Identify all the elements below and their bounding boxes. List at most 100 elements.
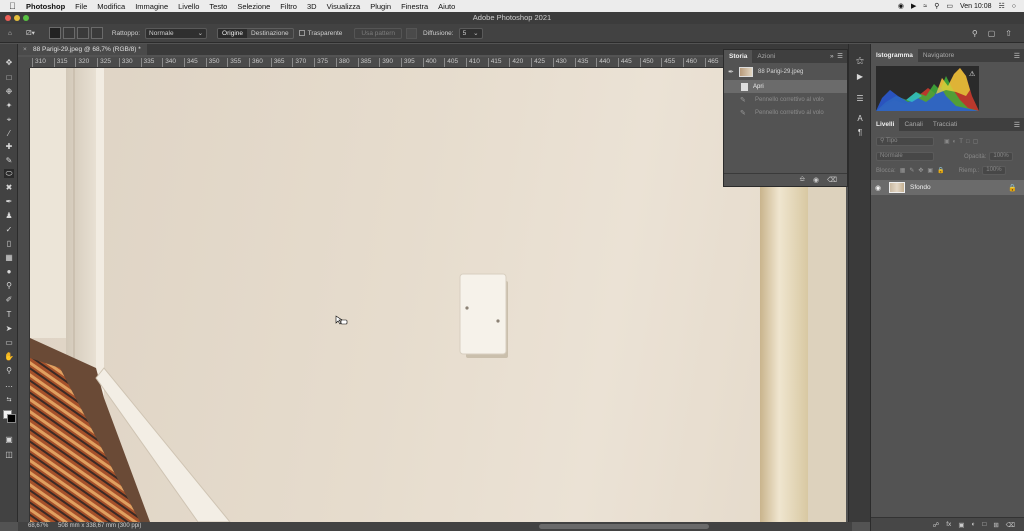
share-icon[interactable]: ⇧ [1005, 29, 1012, 38]
tab-istogramma[interactable]: Istogramma [871, 49, 918, 62]
subtract-selection-icon[interactable] [76, 27, 89, 39]
clone-stamp-tool-icon[interactable]: ♟ [4, 211, 14, 220]
history-panel-icon[interactable]: ⚝ [855, 56, 865, 66]
layer-mask-icon[interactable]: ▣ [958, 521, 964, 529]
battery-icon[interactable]: ▭ [946, 2, 953, 10]
gradient-tool-icon[interactable]: ▦ [4, 253, 14, 262]
close-window-button[interactable] [5, 15, 11, 21]
character-panel-icon[interactable]: A [855, 114, 865, 124]
menu-3d[interactable]: 3D [307, 2, 317, 11]
new-group-icon[interactable]: □ [982, 521, 986, 528]
magic-wand-tool-icon[interactable]: ✦ [4, 101, 14, 110]
trasparente-option[interactable]: Trasparente [298, 30, 342, 37]
record-icon[interactable]: ◉ [898, 2, 904, 10]
history-snapshot[interactable]: ✒ 88 Parigi-29.jpeg [724, 63, 847, 80]
siri-icon[interactable]: ○ [1012, 3, 1016, 10]
lock-icons[interactable]: ▦✎✥▣🔒 [900, 167, 949, 174]
history-brush-tool-icon[interactable]: ✓ [4, 225, 14, 234]
tab-livelli[interactable]: Livelli [871, 118, 900, 131]
workspace-icon[interactable]: ▢ [988, 29, 996, 38]
eraser-tool-icon[interactable]: ▯ [4, 239, 14, 248]
lasso-tool-icon[interactable]: ❉ [4, 87, 14, 96]
crop-tool-icon[interactable]: ⌖ [4, 115, 14, 124]
clock[interactable]: Ven 10:08 [960, 3, 992, 10]
blur-tool-icon[interactable]: ● [4, 267, 14, 276]
pattern-picker[interactable] [406, 27, 418, 39]
vertical-ruler[interactable] [18, 68, 30, 522]
tab-canali[interactable]: Canali [899, 118, 927, 131]
fill-input[interactable]: 100% [982, 166, 1007, 175]
minimize-window-button[interactable] [14, 15, 20, 21]
tab-storia[interactable]: Storia [724, 50, 753, 63]
intersect-selection-icon[interactable] [90, 27, 103, 39]
patch-tool-preset-icon[interactable]: ⚂▾ [26, 29, 35, 37]
tab-navigatore[interactable]: Navigatore [918, 49, 959, 62]
apple-icon[interactable]:  [9, 1, 20, 12]
menu-filtro[interactable]: Filtro [280, 2, 297, 11]
actions-panel-icon[interactable]: ▶ [855, 72, 865, 82]
opacity-input[interactable]: 100% [989, 152, 1014, 161]
healing-brush-tool-icon[interactable]: ✎ [4, 156, 14, 165]
swap-colors-icon[interactable]: ⇆ [4, 396, 14, 405]
document-info[interactable]: 508 mm x 338,67 mm (300 ppi) [58, 522, 141, 531]
menu-modifica[interactable]: Modifica [97, 2, 125, 11]
patch-tool-icon[interactable]: ⬭ [4, 169, 14, 178]
brush-tool-icon[interactable]: ✒ [4, 197, 14, 206]
menu-aiuto[interactable]: Aiuto [438, 2, 455, 11]
eyedropper-tool-icon[interactable]: ⁄ [4, 129, 14, 138]
control-center-icon[interactable]: ☵ [998, 2, 1004, 10]
history-state-healing-2[interactable]: ✎ Pennello correttivo al volo [724, 106, 847, 119]
link-layers-icon[interactable]: ☍ [933, 521, 940, 529]
quick-mask-icon[interactable]: ▣ [4, 435, 14, 444]
filter-icons[interactable]: ▣◐T□▢ [944, 138, 981, 145]
new-layer-icon[interactable]: ⊞ [993, 521, 998, 529]
hand-tool-icon[interactable]: ✋ [4, 352, 14, 361]
move-tool-icon[interactable]: ✥ [4, 58, 14, 67]
zoom-level[interactable]: 68,67% [28, 522, 48, 531]
menu-testo[interactable]: Testo [209, 2, 227, 11]
history-state-apri[interactable]: Apri [724, 80, 847, 93]
usa-pattern-button[interactable]: Usa pattern [354, 27, 403, 39]
trash-icon[interactable]: ⌫ [1006, 521, 1015, 529]
zoom-window-button[interactable] [23, 15, 29, 21]
background-color-swatch[interactable] [7, 414, 16, 423]
more-tools-icon[interactable]: ⋯ [4, 382, 14, 391]
layer-row-sfondo[interactable]: ◉ Sfondo 🔒 [871, 180, 1024, 195]
add-selection-icon[interactable] [62, 27, 75, 39]
horizontal-scrollbar[interactable] [539, 524, 709, 529]
marquee-tool-icon[interactable]: □ [4, 73, 14, 82]
tab-tracciati[interactable]: Tracciati [928, 118, 962, 131]
pen-tool-icon[interactable]: ✐ [4, 295, 14, 304]
screen-mode-icon[interactable]: ◫ [4, 450, 14, 459]
layer-style-icon[interactable]: fx [946, 521, 951, 528]
rattoppo-select[interactable]: Normale ⌄ [145, 27, 208, 39]
search-icon[interactable]: ⚲ [934, 2, 939, 10]
menu-visualizza[interactable]: Visualizza [327, 2, 361, 11]
spot-healing-tool-icon[interactable]: ✚ [4, 142, 14, 151]
trash-icon[interactable]: ⌫ [827, 176, 837, 184]
adjustment-layer-icon[interactable]: ◐ [971, 521, 975, 528]
paragraph-panel-icon[interactable]: ¶ [855, 128, 865, 138]
type-tool-icon[interactable]: T [4, 310, 14, 319]
destinazione-button[interactable]: Destinazione [247, 29, 293, 38]
app-menu[interactable]: Photoshop [26, 2, 65, 11]
history-brush-source-icon[interactable]: ✒ [728, 68, 734, 76]
origine-button[interactable]: Origine [218, 28, 248, 38]
menu-immagine[interactable]: Immagine [135, 2, 168, 11]
tab-azioni[interactable]: Azioni [752, 50, 780, 63]
panel-menu-icon[interactable]: ☰ [1014, 52, 1020, 60]
path-selection-tool-icon[interactable]: ➤ [4, 324, 14, 333]
trasparente-checkbox[interactable] [298, 30, 305, 36]
lock-icon[interactable]: 🔒 [1008, 184, 1017, 192]
blend-mode-select[interactable]: Normale [876, 152, 934, 161]
shape-tool-icon[interactable]: ▭ [4, 338, 14, 347]
camera-icon[interactable]: ◉ [813, 176, 819, 184]
panel-menu-icon[interactable]: ☰ [1014, 121, 1020, 129]
adjustments-panel-icon[interactable]: ☰ [855, 94, 865, 104]
menu-livello[interactable]: Livello [178, 2, 199, 11]
zoom-tool-icon[interactable]: ⚲ [4, 366, 14, 375]
warning-icon[interactable]: ⚠ [969, 70, 975, 78]
eye-icon[interactable]: ◉ [871, 184, 885, 192]
new-document-from-state-icon[interactable]: ⎒ [799, 176, 805, 184]
menu-file[interactable]: File [75, 2, 87, 11]
